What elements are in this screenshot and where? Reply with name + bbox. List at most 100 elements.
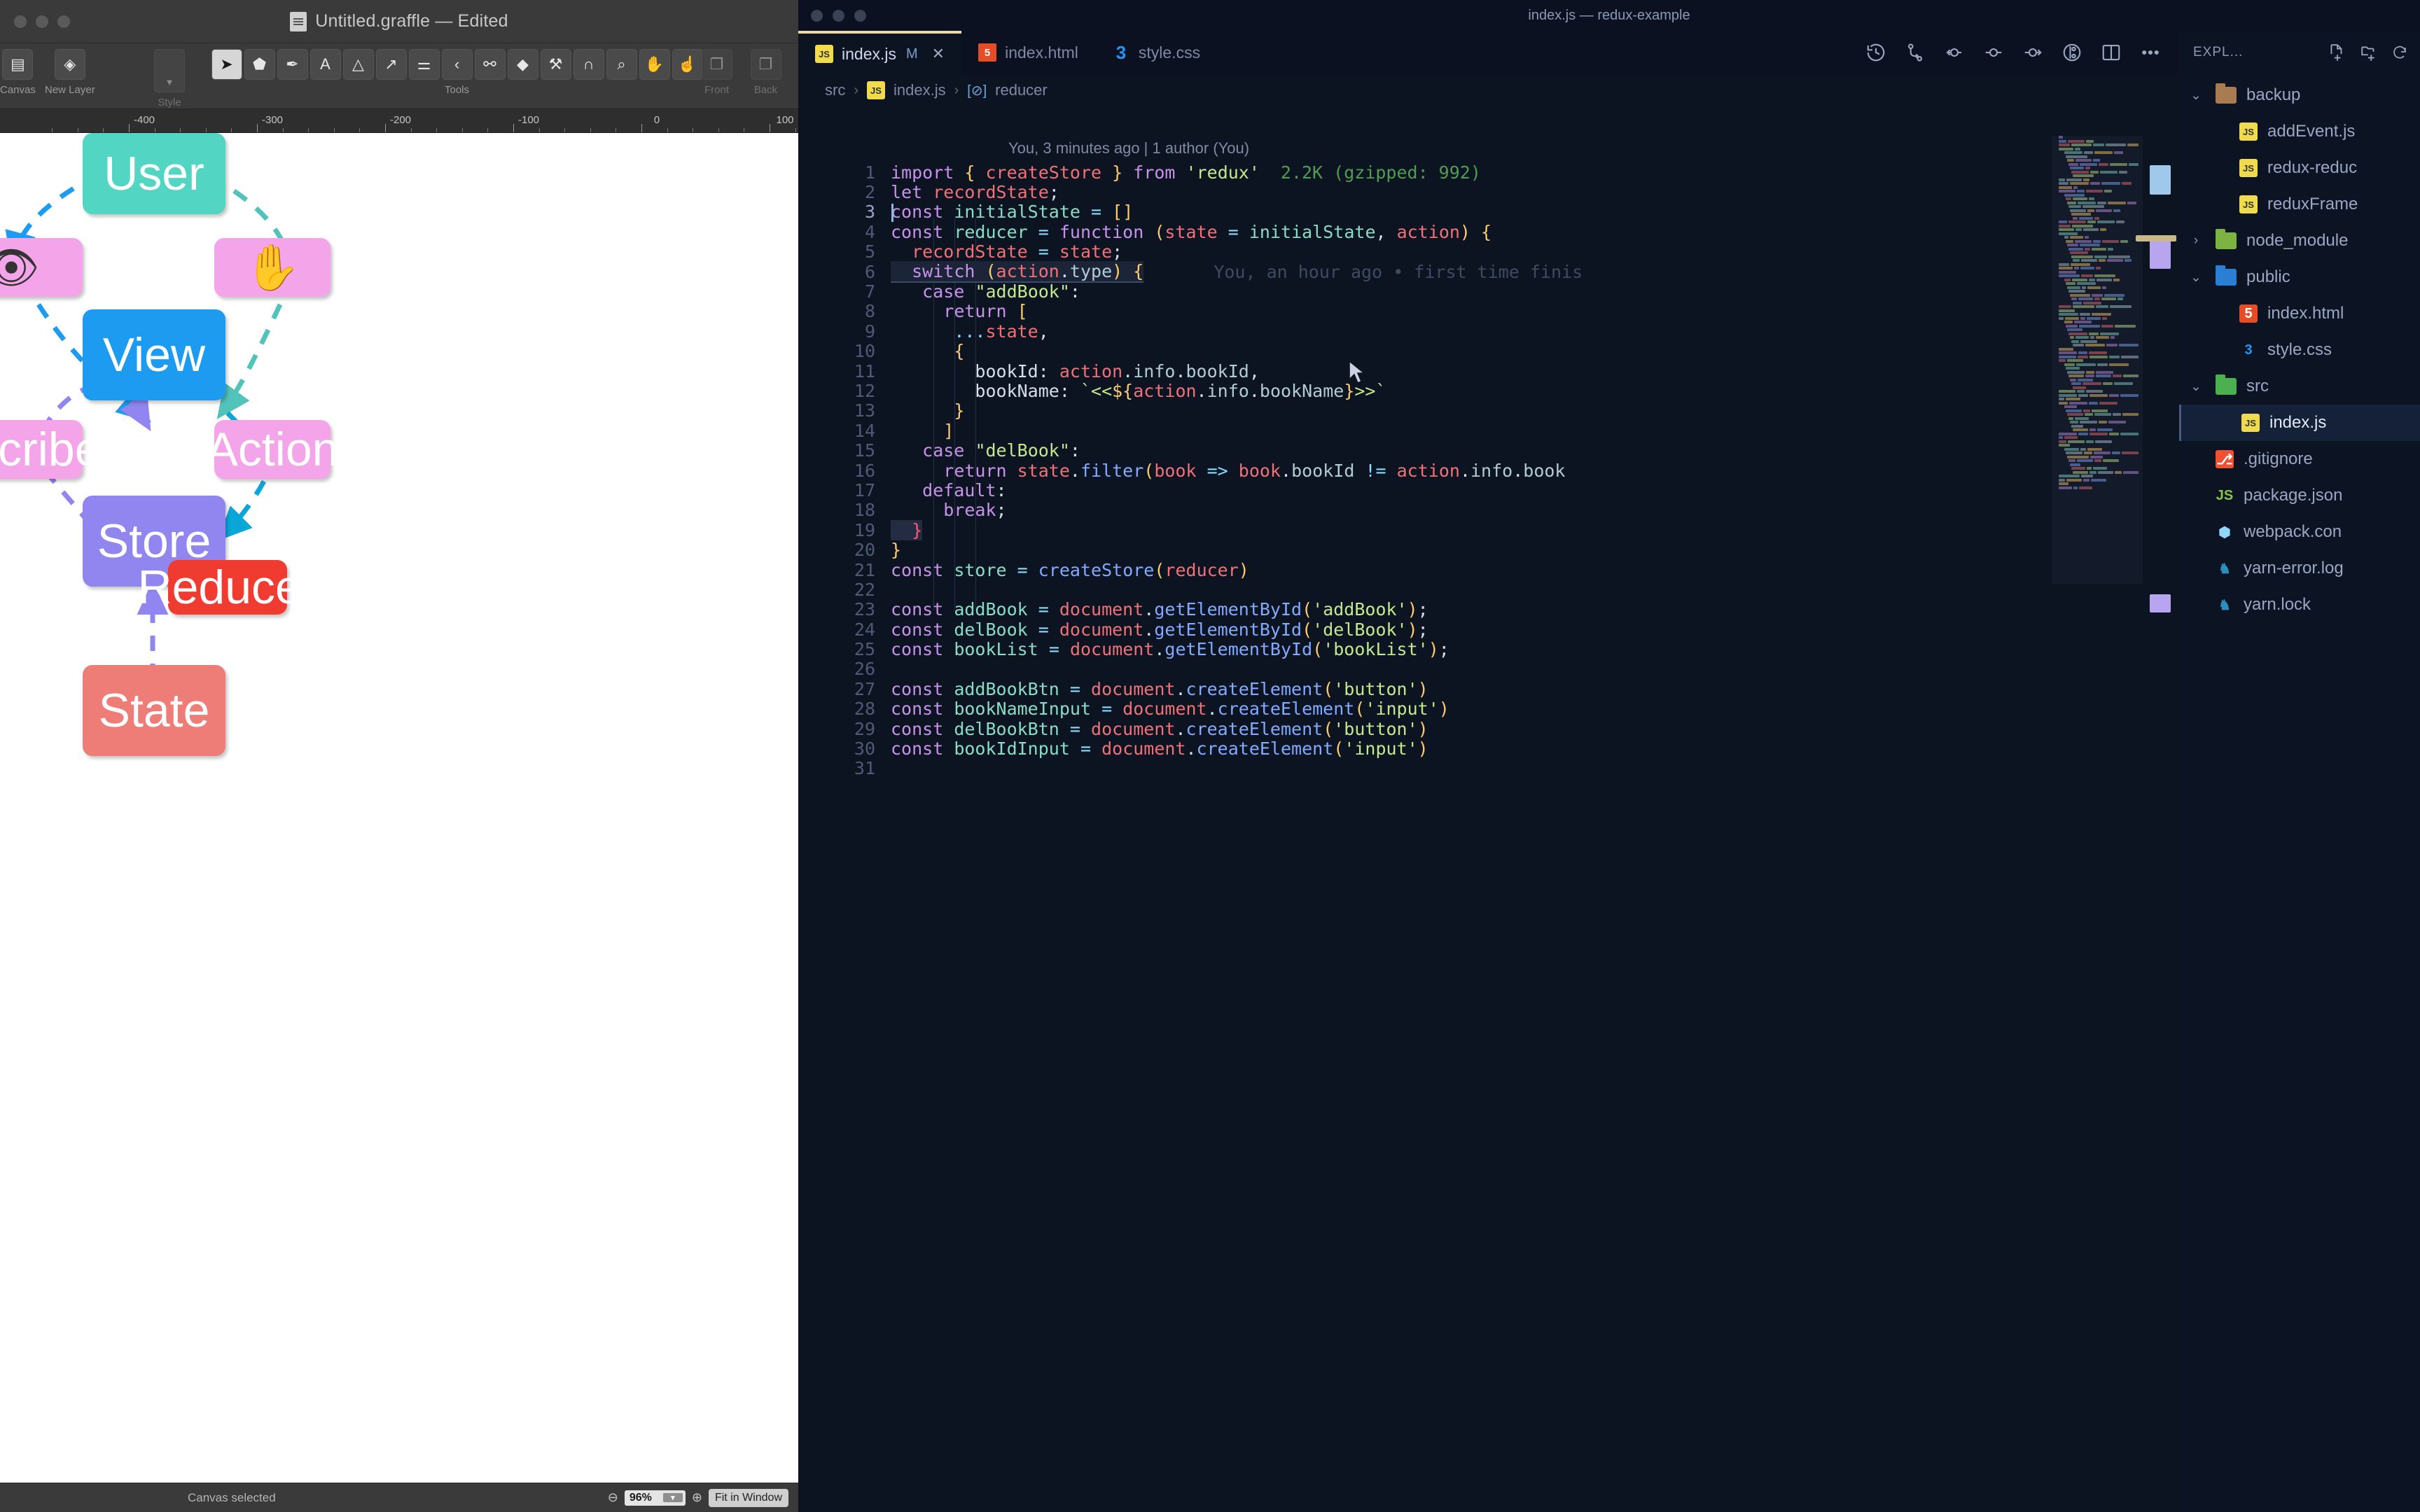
refresh-explorer-icon[interactable]: [2392, 43, 2409, 62]
current-change-icon[interactable]: [1983, 42, 2004, 63]
new-layer-icon[interactable]: ◈: [54, 49, 85, 80]
code-line[interactable]: 19 }: [798, 519, 2179, 540]
chevron-down-icon[interactable]: ⌄: [2186, 270, 2206, 286]
code-line[interactable]: 8 return [: [798, 301, 2179, 321]
editor-tab-style-css[interactable]: 3 style.css: [1094, 31, 1218, 74]
diagram-node-user[interactable]: User: [83, 133, 225, 214]
file-tree-item-node-module[interactable]: › node_module: [2179, 223, 2420, 259]
previous-change-icon[interactable]: [1944, 42, 1965, 63]
minimize-button[interactable]: [833, 9, 844, 22]
inline-git-blame[interactable]: You, an hour ago • first time finis: [1214, 262, 1583, 282]
file-tree[interactable]: ⌄ backup JS addEvent.js JS redux-reduc JS redux…: [2179, 74, 2420, 623]
text-tool-icon[interactable]: A: [310, 49, 341, 80]
file-tree-item-addevent-js[interactable]: JS addEvent.js: [2179, 113, 2420, 150]
code-line[interactable]: 21 const store = createStore(reducer): [798, 560, 2179, 580]
bezier-tool-icon[interactable]: ↗: [375, 49, 407, 80]
code-line[interactable]: 25 const bookList = document.getElementBy…: [798, 639, 2179, 659]
editor-tab-index-html[interactable]: 5 index.html: [961, 31, 1095, 74]
code-line[interactable]: 12 bookName: `<<${action.info.bookName}>…: [798, 381, 2179, 401]
code-line[interactable]: 20}: [798, 540, 2179, 560]
diagram-tool-icon[interactable]: ⚯: [474, 49, 506, 80]
diagram-node-reducer[interactable]: Reducer: [137, 560, 318, 615]
arrow-left-tool-icon[interactable]: ‹: [441, 49, 473, 80]
close-button[interactable]: [14, 15, 27, 28]
code-line[interactable]: 29 const delBookBtn = document.createElem…: [798, 719, 2179, 739]
bring-front-icon[interactable]: ❐: [701, 49, 732, 80]
pan-hand-tool-icon[interactable]: ✋: [639, 49, 670, 80]
fill-tool-icon[interactable]: ◆: [507, 49, 538, 80]
file-tree-item-public[interactable]: ⌄ public: [2179, 259, 2420, 295]
code-line[interactable]: 10 {: [798, 341, 2179, 361]
git-codelens[interactable]: You, 3 minutes ago | 1 author (You): [798, 134, 2179, 162]
canvas-add-icon[interactable]: ▤: [2, 49, 34, 80]
magnet-tool-icon[interactable]: ∩: [573, 49, 604, 80]
code-line[interactable]: 4 const reducer = function (state = initi…: [798, 222, 2179, 242]
file-tree-item-yarn-lock[interactable]: ♞ yarn.lock: [2179, 587, 2420, 623]
code-line[interactable]: 14 ]: [798, 421, 2179, 441]
file-tree-item-style-css[interactable]: 3 style.css: [2179, 332, 2420, 368]
code-line[interactable]: 1 import { createStore } from 'redux' 2.2K…: [798, 162, 2179, 183]
file-tree-item-package-json[interactable]: JS package.json: [2179, 477, 2420, 514]
breadcrumb-item[interactable]: src: [825, 81, 845, 99]
breadcrumb[interactable]: src › JS index.js › [⊘] reducer: [798, 74, 2179, 106]
send-back-icon[interactable]: ❐: [750, 49, 781, 80]
code-line[interactable]: 27 const addBookBtn = document.createElem…: [798, 679, 2179, 699]
maximize-button[interactable]: [854, 9, 866, 22]
pointer-hand-tool-icon[interactable]: ☝: [672, 49, 703, 80]
window-traffic-lights[interactable]: [14, 15, 70, 28]
code-line[interactable]: 5 recordState = state;: [798, 241, 2179, 262]
file-tree-item-backup[interactable]: ⌄ backup: [2179, 77, 2420, 113]
file-tree-item-redux-reduc[interactable]: JS redux-reduc: [2179, 150, 2420, 186]
code-line[interactable]: 11 bookId: action.info.bookId,: [798, 361, 2179, 382]
line-tool-icon[interactable]: △: [342, 49, 374, 80]
diagram-node-view[interactable]: View: [83, 309, 225, 400]
file-tree-item-webpack-con[interactable]: ⬢ webpack.con: [2179, 514, 2420, 550]
code-line[interactable]: 23 const addBook = document.getElementByI…: [798, 599, 2179, 620]
code-line[interactable]: 13 }: [798, 400, 2179, 421]
close-button[interactable]: [811, 9, 823, 22]
editor-tab-index-js[interactable]: JS index.js M ✕: [798, 31, 962, 74]
maximize-button[interactable]: [57, 15, 70, 28]
omnigraffle-canvas[interactable]: User👁✋ViewubscribeActionStoreReducerStat…: [0, 133, 798, 1483]
shape-tool-icon[interactable]: ⬟: [244, 49, 275, 80]
overview-ruler-marker-cursor[interactable]: [2136, 235, 2176, 241]
code-line[interactable]: 17 default:: [798, 480, 2179, 500]
file-tree-item-index-html[interactable]: 5 index.html: [2179, 295, 2420, 332]
code-line[interactable]: 30 const bookIdInput = document.createEle…: [798, 738, 2179, 759]
code-line[interactable]: 3 const initialState = []: [798, 202, 2179, 222]
new-file-icon[interactable]: [2328, 43, 2346, 62]
overview-ruler-marker-bottom[interactable]: [2150, 594, 2171, 612]
file-history-icon[interactable]: [1865, 42, 1886, 63]
code-line[interactable]: 6 switch (action.type) {You, an hour ago…: [798, 260, 2179, 283]
minimap[interactable]: [2056, 136, 2139, 500]
code-line[interactable]: 2 let recordState;: [798, 182, 2179, 202]
file-tree-item-yarn-error-log[interactable]: ♞ yarn-error.log: [2179, 550, 2420, 587]
diagram-node-hand-emoji[interactable]: ✋: [214, 238, 331, 297]
file-tree-item-index-js[interactable]: JS index.js: [2179, 405, 2420, 441]
vscode-traffic-lights[interactable]: [811, 9, 866, 22]
overview-ruler-marker-change[interactable]: [2150, 165, 2171, 195]
diagram-node-ubscribe[interactable]: ubscribe: [0, 420, 102, 479]
code-line[interactable]: 24 const delBook = document.getElementByI…: [798, 620, 2179, 640]
code-line[interactable]: 15 case "delBook":: [798, 440, 2179, 461]
code-line[interactable]: 28 const bookNameInput = document.createE…: [798, 699, 2179, 719]
overview-ruler-marker-selection[interactable]: [2150, 241, 2171, 269]
selection-tool-icon[interactable]: ➤: [211, 49, 242, 80]
zoom-tool-icon[interactable]: ⌕: [606, 49, 637, 80]
grid-tool-icon[interactable]: ⚌: [408, 49, 440, 80]
zoom-in-icon[interactable]: ⊕: [692, 1490, 702, 1505]
chevron-down-icon[interactable]: ⌄: [2186, 379, 2206, 395]
fit-in-window-button[interactable]: Fit in Window: [708, 1488, 788, 1507]
code-editor[interactable]: You, 3 minutes ago | 1 author (You) 1 impo…: [798, 134, 2179, 1512]
code-line[interactable]: 31: [798, 758, 2179, 778]
code-line[interactable]: 7 case "addBook":: [798, 281, 2179, 302]
diagram-node-eye-emoji[interactable]: 👁: [0, 238, 83, 297]
code-line[interactable]: 22: [798, 580, 2179, 600]
pen-tool-icon[interactable]: ✒: [277, 49, 308, 80]
split-editor-icon[interactable]: [2101, 42, 2122, 63]
next-change-icon[interactable]: [2022, 42, 2043, 63]
close-icon[interactable]: ✕: [932, 45, 945, 63]
code-line[interactable]: 26: [798, 659, 2179, 679]
chevron-right-icon[interactable]: ›: [2186, 233, 2206, 248]
new-folder-icon[interactable]: [2360, 43, 2378, 62]
